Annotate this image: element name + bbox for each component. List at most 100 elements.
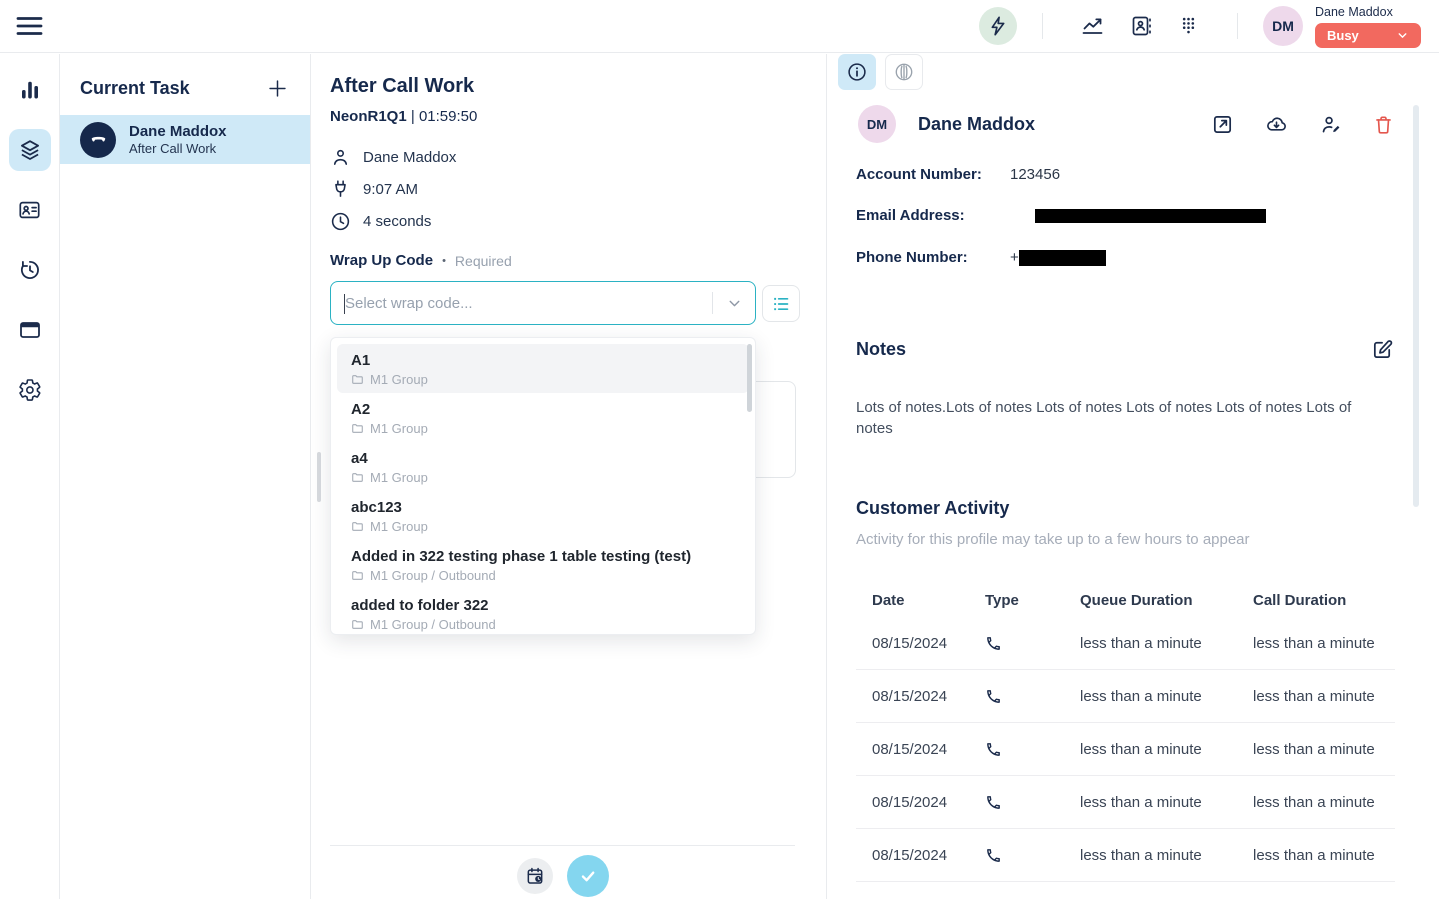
power-dialer-button[interactable] [979,7,1017,45]
task-duration-row: 4 seconds [330,210,456,232]
queue-timer-divider: | [411,108,415,125]
activity-date: 08/15/2024 [872,688,985,705]
phone-icon [985,635,1002,652]
edit-contact-button[interactable] [1319,113,1343,136]
folder-icon [351,520,364,533]
customer-activity-title: Customer Activity [856,498,1009,519]
activity-date: 08/15/2024 [872,847,985,864]
account-number-label: Account Number: [856,166,1010,183]
complete-task-button[interactable] [567,855,609,897]
profile-tabs [838,54,923,90]
wrap-code-option-meta: M1 Group / Outbound [351,617,735,632]
task-contact-row: Dane Maddox [330,146,456,168]
col-queue-duration: Queue Duration [1080,592,1253,609]
tab-profile-info[interactable] [838,54,876,90]
tab-ai-insights[interactable] [885,54,923,90]
email-redaction-bar [1035,209,1266,223]
delete-contact-button[interactable] [1373,113,1394,136]
rail-item-tasks[interactable] [9,129,51,171]
topbar-divider [1237,13,1238,39]
topbar-actions: DM Dane Maddox Busy [979,5,1421,48]
wrap-code-option[interactable]: added to folder 322 M1 Group / Outbound [337,589,749,638]
customer-activity-subtitle: Activity for this profile may take up to… [856,531,1250,548]
contacts-icon [1129,14,1153,38]
task-contact-value: Dane Maddox [363,149,456,166]
app-root: DM Dane Maddox Busy [0,0,1439,899]
wrap-code-option-group: M1 Group [370,372,428,387]
wrap-code-option-group: M1 Group [370,519,428,534]
folder-icon [351,618,364,631]
phone-number-prefix: + [1010,249,1019,266]
phone-icon [985,847,1002,864]
open-external-icon [1211,113,1234,136]
dialpad-button[interactable] [1177,14,1200,38]
reporting-button[interactable] [1080,14,1105,38]
plus-icon [267,78,288,99]
wrap-code-option[interactable]: abc123 M1 Group [337,491,749,540]
rail-item-contacts[interactable] [9,189,51,231]
center-scrollbar-thumb[interactable] [317,452,321,502]
open-profile-button[interactable] [1211,113,1234,136]
hamburger-menu-button[interactable] [16,15,43,37]
required-bullet: • [442,255,446,267]
folder-icon [351,569,364,582]
wrap-code-select[interactable] [330,281,756,325]
wrap-code-option-group: M1 Group / Outbound [370,568,496,583]
wrap-code-input[interactable] [331,295,712,312]
wrap-code-option[interactable]: a4 M1 Group [337,442,749,491]
col-type: Type [985,592,1080,609]
activity-table: Date Type Queue Duration Call Duration 0… [856,583,1395,882]
wrap-code-option-title: added to folder 322 [351,596,735,615]
profile-scrollbar-thumb[interactable] [1413,105,1419,507]
status-dropdown-button[interactable]: Busy [1315,23,1421,48]
task-actions-footer [330,845,795,897]
activity-call-duration: less than a minute [1253,847,1395,864]
rail-item-history[interactable] [9,249,51,291]
phone-handset-icon [89,130,108,149]
schedule-callback-button[interactable] [517,858,553,894]
task-detail-title: After Call Work [330,75,474,98]
text-caret [344,294,345,314]
activity-call-duration: less than a minute [1253,688,1395,705]
task-duration-value: 4 seconds [363,213,431,230]
wrap-code-option[interactable]: A2 M1 Group [337,393,749,442]
notes-header: Notes [856,338,1394,361]
clock-icon [330,211,351,232]
rail-item-analytics[interactable] [9,69,51,111]
wrap-code-option-group: M1 Group / Outbound [370,617,496,632]
dropdown-scrollbar-thumb[interactable] [747,344,752,412]
queue-name: NeonR1Q1 [330,108,407,125]
status-label: Busy [1327,28,1359,43]
activity-type-cell [985,741,1080,758]
wrap-code-option-meta: M1 Group / Outbound [351,568,735,583]
notes-content: Lots of notes.Lots of notes Lots of note… [856,397,1381,439]
rail-item-settings[interactable] [9,369,51,411]
activity-table-row: 08/15/2024 less than a minute less than … [856,829,1395,882]
select-chevron-button[interactable] [713,295,755,312]
folder-icon [351,422,364,435]
list-icon [771,294,791,314]
dialpad-icon [1177,14,1200,38]
browser-window-icon [18,318,42,342]
task-list-item[interactable]: Dane Maddox After Call Work [60,115,310,164]
profile-avatar: DM [858,105,896,143]
split-circle-icon [893,61,915,83]
wrap-code-option-title: Added in 322 testing phase 1 table testi… [351,547,735,566]
plug-icon [330,179,351,200]
browse-wrap-codes-button[interactable] [762,285,800,322]
download-profile-button[interactable] [1264,113,1289,136]
queue-and-timer: NeonR1Q1 | 01:59:50 [330,108,477,125]
activity-table-row: 08/15/2024 less than a minute less than … [856,776,1395,829]
rail-item-browser[interactable] [9,309,51,351]
activity-table-row: 08/15/2024 less than a minute less than … [856,670,1395,723]
activity-queue-duration: less than a minute [1080,741,1253,758]
bar-chart-icon [18,78,42,102]
contacts-button[interactable] [1129,14,1153,38]
wrap-code-option[interactable]: A1 M1 Group [337,344,749,393]
user-avatar[interactable]: DM [1263,6,1303,46]
wrap-code-option[interactable]: Added in 322 testing phase 1 table testi… [337,540,749,589]
task-contact-name: Dane Maddox [129,123,227,141]
task-start-time-row: 9:07 AM [330,178,456,200]
edit-notes-button[interactable] [1371,338,1394,361]
add-task-button[interactable] [267,78,288,99]
